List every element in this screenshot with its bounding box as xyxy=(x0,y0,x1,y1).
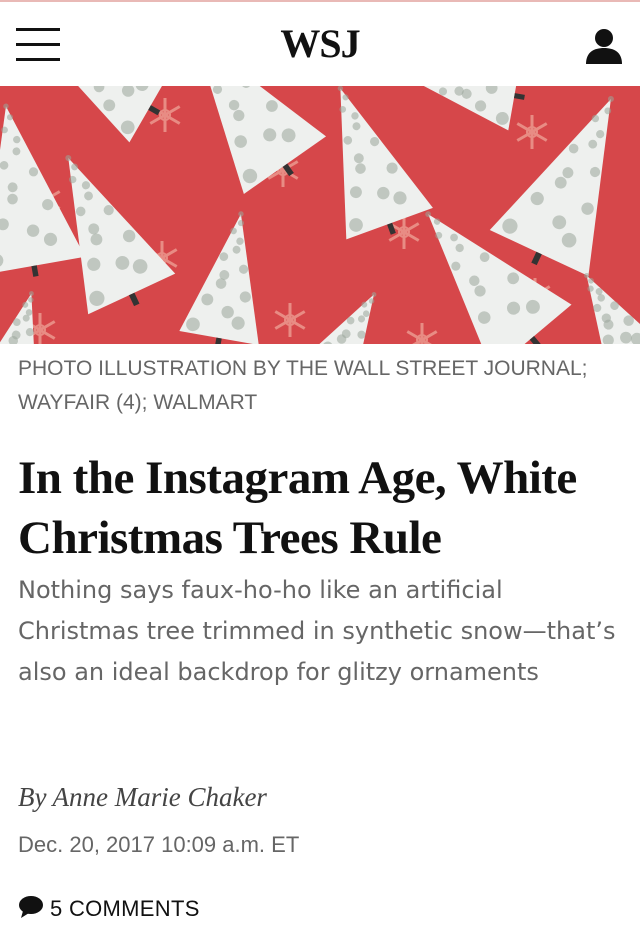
hero-image xyxy=(0,86,640,344)
article-timestamp: Dec. 20, 2017 10:09 a.m. ET xyxy=(18,832,300,857)
photo-caption: PHOTO ILLUSTRATION BY THE WALL STREET JO… xyxy=(18,357,588,414)
christmas-tree-illustration xyxy=(584,272,640,344)
comments-button[interactable]: 5 COMMENTS xyxy=(18,893,200,925)
byline-prefix: By xyxy=(18,782,47,812)
christmas-tree-illustration xyxy=(40,86,170,143)
snowflake-icon xyxy=(516,115,548,149)
site-header: WSJ xyxy=(0,2,640,86)
christmas-tree-illustration xyxy=(195,86,327,194)
author-link[interactable]: Anne Marie Chaker xyxy=(52,782,266,812)
snowflake-icon xyxy=(406,323,438,344)
user-icon[interactable] xyxy=(584,26,624,66)
christmas-tree-illustration xyxy=(299,292,377,344)
hero-illustration xyxy=(0,86,640,344)
comments-count: 5 COMMENTS xyxy=(50,896,200,921)
christmas-tree-illustration xyxy=(179,211,259,344)
byline: By Anne Marie Chaker xyxy=(18,782,267,813)
snowflake-icon xyxy=(149,98,181,132)
article-dek: Nothing says faux-ho-ho like an artifici… xyxy=(18,576,616,686)
wsj-logo[interactable]: WSJ xyxy=(0,20,640,67)
speech-bubble-icon xyxy=(18,895,44,924)
christmas-tree-illustration xyxy=(405,86,525,131)
snowflake-icon xyxy=(274,303,306,337)
article-headline: In the Instagram Age, White Christmas Tr… xyxy=(18,452,577,564)
